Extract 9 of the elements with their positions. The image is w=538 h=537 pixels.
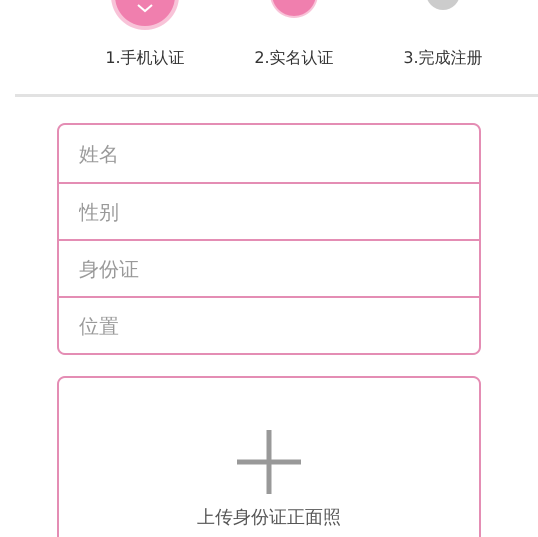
- plus-icon: [235, 428, 303, 496]
- upload-label: 上传身份证正面照: [197, 506, 341, 530]
- input-field[interactable]: 姓名: [59, 125, 479, 182]
- step-label: 1.手机认证: [105, 47, 185, 69]
- step-label: 3.完成注册: [403, 47, 483, 69]
- input-field[interactable]: 身份证: [59, 239, 479, 296]
- input-field[interactable]: 位置: [59, 296, 479, 353]
- upload-area[interactable]: 上传身份证正面照: [57, 376, 481, 537]
- step-label: 2.实名认证: [254, 47, 334, 69]
